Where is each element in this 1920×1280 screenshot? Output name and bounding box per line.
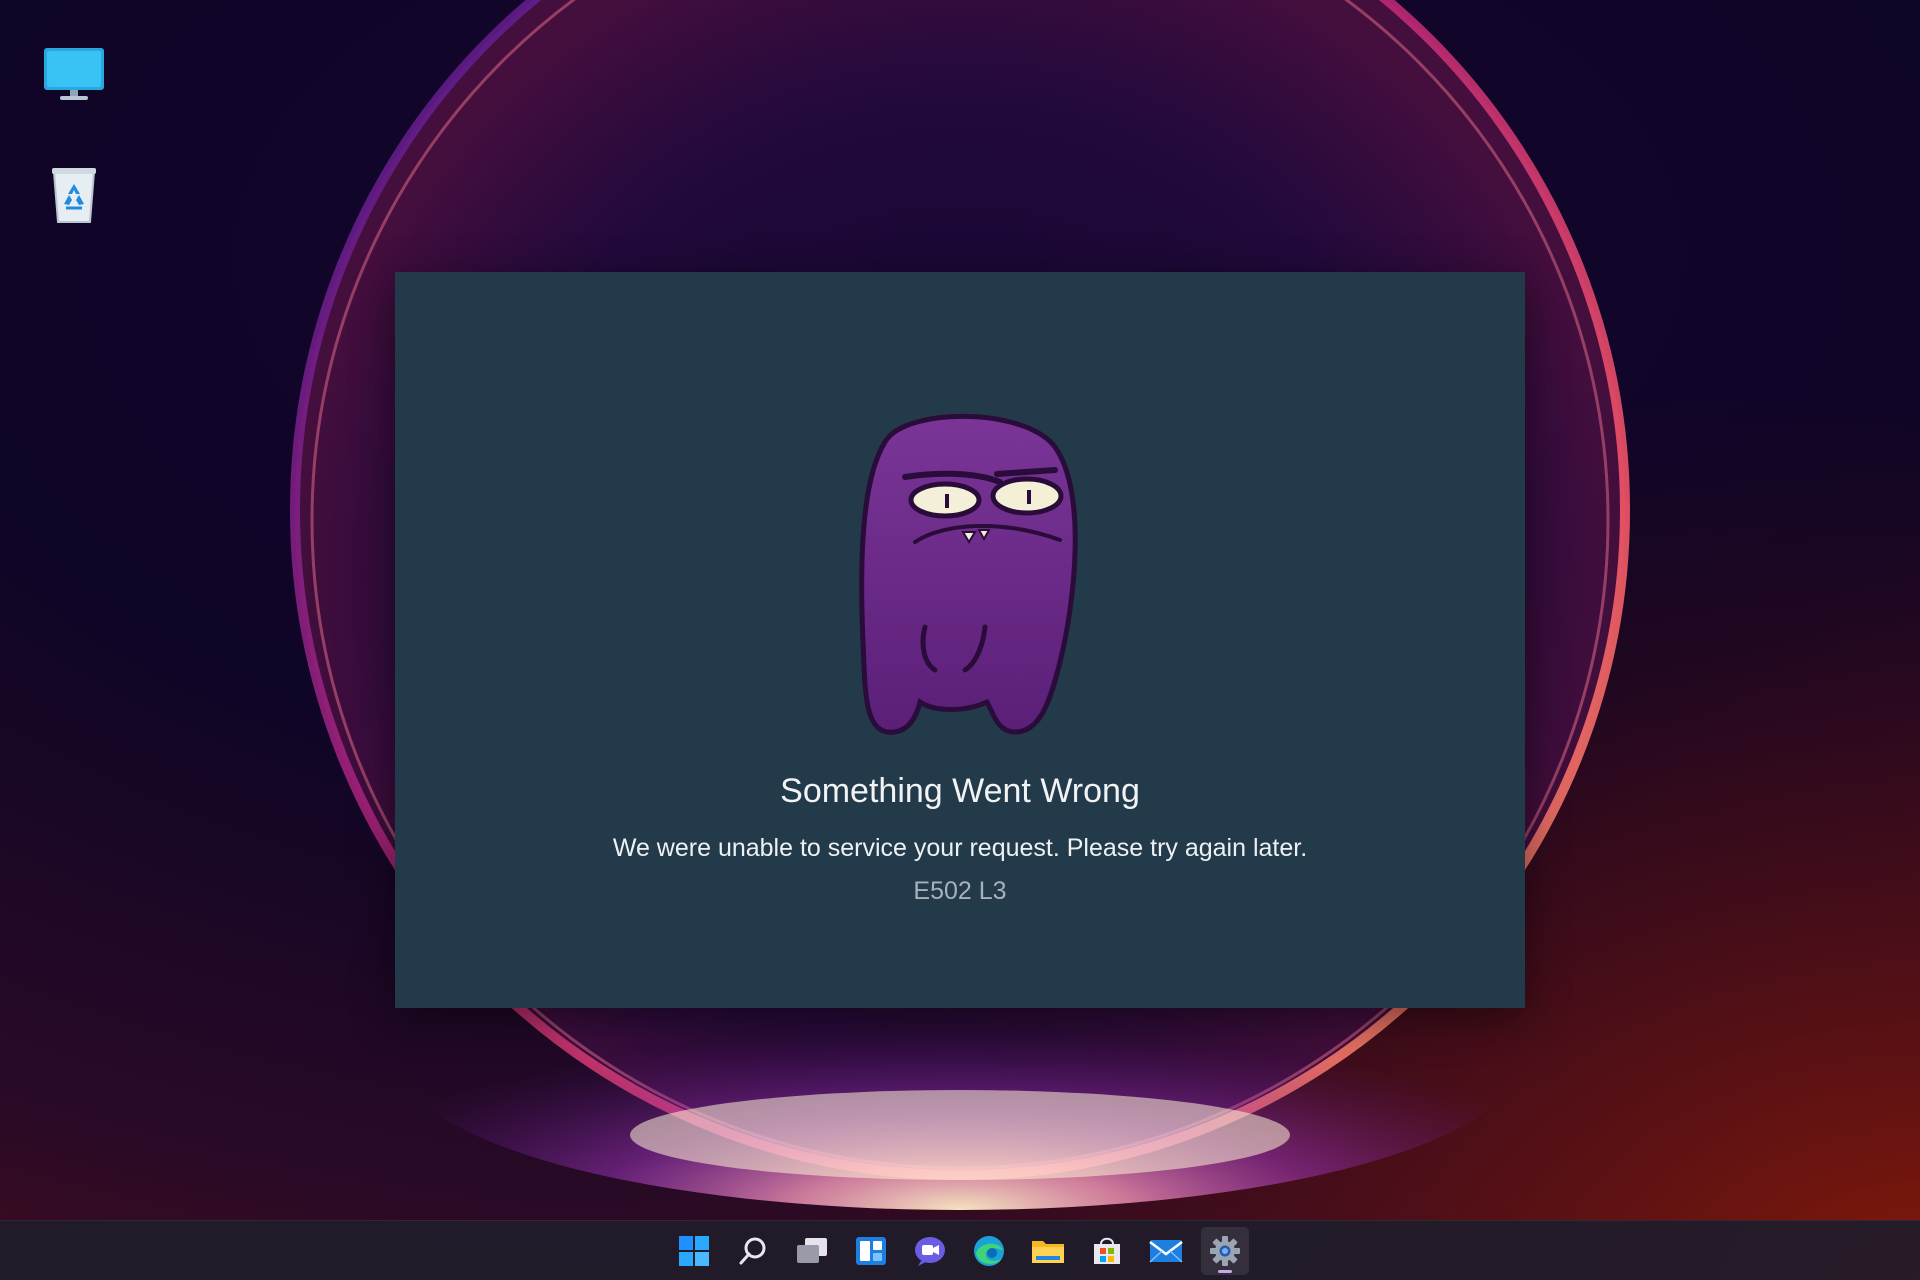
settings-button[interactable] bbox=[1201, 1227, 1249, 1275]
teams-chat-button[interactable] bbox=[906, 1227, 954, 1275]
widgets-icon bbox=[856, 1237, 886, 1265]
gear-icon bbox=[1210, 1236, 1240, 1266]
recycle-bin-shortcut[interactable] bbox=[38, 158, 110, 230]
file-explorer-button[interactable] bbox=[1024, 1227, 1072, 1275]
start-button[interactable] bbox=[670, 1227, 718, 1275]
purple-mascot-illustration bbox=[859, 413, 1078, 735]
mail-icon bbox=[1149, 1240, 1183, 1263]
error-dialog: Something Went Wrong We were unable to s… bbox=[395, 272, 1525, 1008]
active-app-indicator bbox=[1218, 1270, 1232, 1273]
microsoft-store-button[interactable] bbox=[1083, 1227, 1131, 1275]
error-message: We were unable to service your request. … bbox=[612, 834, 1308, 862]
task-view-icon bbox=[797, 1238, 827, 1263]
folder-icon bbox=[1032, 1241, 1064, 1263]
task-view-button[interactable] bbox=[788, 1227, 836, 1275]
search-icon bbox=[739, 1237, 766, 1265]
windows-start-icon bbox=[679, 1236, 709, 1266]
widgets-button[interactable] bbox=[847, 1227, 895, 1275]
store-icon bbox=[1094, 1237, 1120, 1264]
taskbar bbox=[0, 1220, 1920, 1280]
search-button[interactable] bbox=[729, 1227, 777, 1275]
monitor-icon bbox=[44, 48, 104, 100]
edge-browser-icon bbox=[974, 1236, 1004, 1266]
desktop: Something Went Wrong We were unable to s… bbox=[0, 0, 1920, 1280]
teams-chat-icon bbox=[915, 1237, 945, 1266]
edge-button[interactable] bbox=[965, 1227, 1013, 1275]
taskbar-apps bbox=[670, 1221, 1249, 1280]
recycle-bin-icon bbox=[52, 168, 96, 223]
this-pc-shortcut[interactable] bbox=[38, 38, 110, 110]
error-code: E502 L3 bbox=[913, 877, 1007, 905]
error-title: Something Went Wrong bbox=[780, 772, 1140, 810]
mail-button[interactable] bbox=[1142, 1227, 1190, 1275]
